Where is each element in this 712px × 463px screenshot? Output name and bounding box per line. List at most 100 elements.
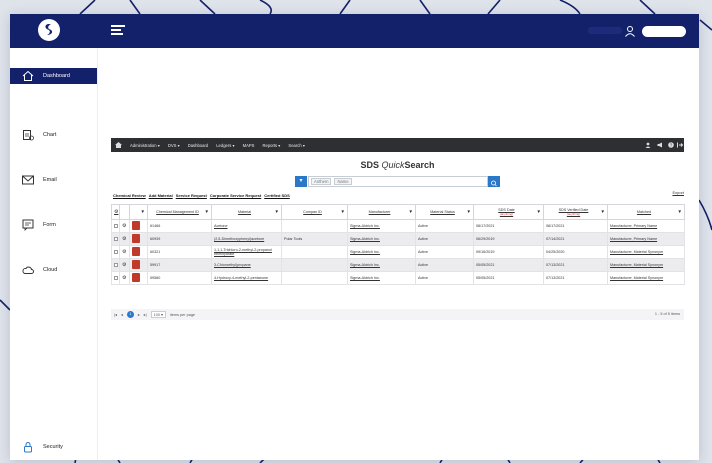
filter-icon[interactable]: ▼ <box>678 209 682 214</box>
menu-dashboard[interactable]: Dashboard <box>188 143 209 148</box>
home-icon <box>22 70 34 81</box>
sidebar-item-cloud[interactable]: Cloud <box>10 262 98 278</box>
menu-reports[interactable]: Reports ▾ <box>262 143 280 148</box>
filter-icon[interactable]: ▼ <box>409 209 413 214</box>
filter-icon[interactable]: ▼ <box>601 209 605 214</box>
table-row[interactable]: ⚙ 60321 1,1,1-Trichloro-2-methyl-2-propano… <box>111 245 685 259</box>
filter-icon[interactable]: ▼ <box>205 209 209 214</box>
row-checkbox[interactable] <box>111 271 120 285</box>
row-pdf[interactable] <box>129 219 148 233</box>
next-page-button[interactable]: ▸ <box>138 312 140 317</box>
filter-icon[interactable]: ▼ <box>537 209 541 214</box>
sidebar-item-email[interactable]: Email <box>10 172 98 188</box>
row-settings[interactable]: ⚙ <box>119 271 130 285</box>
table-row[interactable]: ⚙ 60939 (2,5-Dimethoxyphenyl)acetone Polar … <box>111 232 685 246</box>
current-page[interactable]: 1 <box>126 311 134 318</box>
row-checkbox[interactable] <box>111 219 120 233</box>
sidebar-item-security[interactable]: Security <box>10 439 98 455</box>
account-pill[interactable] <box>642 26 686 37</box>
prev-page-button[interactable]: ◂ <box>121 312 123 317</box>
material-cell[interactable]: 4-Hydroxy-4-methyl-2-pentanone <box>211 271 282 285</box>
row-checkbox[interactable] <box>111 258 120 272</box>
search-chip[interactable]: Name <box>334 178 352 185</box>
sidebar-item-form[interactable]: Form <box>10 217 98 233</box>
status-cell: Active <box>415 271 474 285</box>
sidebar-item-chart[interactable]: Chart <box>10 127 98 143</box>
row-checkbox[interactable] <box>111 232 120 246</box>
status-cell: Active <box>415 219 474 233</box>
logout-icon[interactable] <box>677 142 683 148</box>
row-pdf[interactable] <box>129 271 148 285</box>
filter-icon[interactable]: ▼ <box>341 209 345 214</box>
last-page-button[interactable]: ▸| <box>144 312 147 317</box>
company-id-cell <box>281 258 348 272</box>
filter-icon[interactable]: ▼ <box>275 209 279 214</box>
menu-search[interactable]: Search ▾ <box>288 143 305 148</box>
home-icon[interactable] <box>115 142 122 148</box>
corporate-service-request-link[interactable]: Corporate Service Request <box>210 193 261 198</box>
table-row[interactable]: ⚙ 61466 Acetone Sigma-Aldrich Inc. Active 08/… <box>111 219 685 233</box>
row-settings[interactable]: ⚙ <box>119 232 130 246</box>
column-header[interactable]: SDS Date (anything) ▼ <box>473 204 544 220</box>
column-header[interactable]: Matched ▼ <box>607 204 685 220</box>
gear-icon: ⚙ <box>122 236 127 242</box>
sidebar-item-dashboard[interactable]: Dashboard <box>10 68 97 84</box>
brand-logo[interactable] <box>38 19 60 41</box>
row-pdf[interactable] <box>129 245 148 259</box>
row-pdf[interactable] <box>129 232 148 246</box>
user-icon[interactable] <box>624 25 636 37</box>
column-header[interactable]: Material ▼ <box>211 204 282 220</box>
add-material-link[interactable]: Add Material <box>149 193 173 198</box>
sidebar-item-label: Dashboard <box>43 73 70 79</box>
search-button[interactable] <box>488 176 500 187</box>
manufacturer-cell[interactable]: Sigma-Aldrich Inc. <box>347 219 416 233</box>
manufacturer-cell[interactable]: Sigma-Aldrich Inc. <box>347 245 416 259</box>
search-chip[interactable]: Anthem <box>311 178 332 185</box>
manufacturer-cell[interactable]: Sigma-Aldrich Inc. <box>347 271 416 285</box>
menu-toggle-icon[interactable] <box>111 25 125 37</box>
matched-cell: Manufacturer, Material Synonym <box>607 245 685 259</box>
user-icon[interactable] <box>645 142 651 148</box>
column-header[interactable]: Manufacturer ▼ <box>347 204 416 220</box>
row-settings[interactable]: ⚙ <box>119 245 130 259</box>
service-request-link[interactable]: Service Request <box>176 193 207 198</box>
table-row[interactable]: ⚙ 59580 4-Hydroxy-4-methyl-2-pentanone Sigm… <box>111 271 685 285</box>
column-header[interactable]: Compan ID ▼ <box>281 204 348 220</box>
menu-administration[interactable]: Administration ▾ <box>130 143 160 148</box>
megaphone-icon[interactable] <box>657 142 663 148</box>
manufacturer-cell[interactable]: Sigma-Aldrich Inc. <box>347 232 416 246</box>
chemical-review-link[interactable]: Chemical Review <box>113 193 146 198</box>
menu-maps[interactable]: MAPS <box>243 143 255 148</box>
verified-date-cell: 07/13/2021 <box>543 271 608 285</box>
user-name-placeholder <box>588 27 622 34</box>
search-input[interactable]: Anthem Name <box>308 176 488 187</box>
sds-date-cell: 08/17/2021 <box>473 219 544 233</box>
export-link[interactable]: Export <box>672 190 684 195</box>
table-row[interactable]: ⚙ 59917 3-Chloroethyl)propane Sigma-Aldrich… <box>111 258 685 272</box>
material-cell[interactable]: 3-Chloroethyl)propane <box>211 258 282 272</box>
row-settings[interactable]: ⚙ <box>119 219 130 233</box>
row-checkbox[interactable] <box>111 245 120 259</box>
row-pdf[interactable] <box>129 258 148 272</box>
manufacturer-cell[interactable]: Sigma-Aldrich Inc. <box>347 258 416 272</box>
gear-icon: ⚙ <box>114 209 119 215</box>
expand-search-button[interactable]: ▾ <box>295 176 307 187</box>
menu-dvs[interactable]: DVS ▾ <box>168 143 180 148</box>
column-header[interactable]: SDS Verified Date (anything) ▼ <box>543 204 608 220</box>
material-cell[interactable]: Acetone <box>211 219 282 233</box>
help-icon[interactable]: ? <box>668 142 674 148</box>
page-size-select[interactable]: 100 ▾ <box>150 311 166 318</box>
menu-ledgers[interactable]: Ledgers ▾ <box>216 143 234 148</box>
column-header[interactable]: Chemical Management ID ▼ <box>147 204 212 220</box>
certified-sds-link[interactable]: Certified SDS <box>264 193 290 198</box>
filter-icon[interactable]: ▼ <box>467 209 471 214</box>
column-header[interactable]: Material Status ▼ <box>415 204 474 220</box>
pdf-header: ▼ <box>129 204 148 220</box>
filter-icon[interactable]: ▼ <box>141 209 145 214</box>
pager-info: 1 - 5 of 5 items <box>654 312 680 316</box>
first-page-button[interactable]: |◂ <box>114 312 117 317</box>
material-cell[interactable]: (2,5-Dimethoxyphenyl)acetone <box>211 232 282 246</box>
row-settings[interactable]: ⚙ <box>119 258 130 272</box>
settings-header[interactable]: ⚙ <box>111 204 120 220</box>
material-cell[interactable]: 1,1,1-Trichloro-2-methyl-2-propanol hemi… <box>211 245 282 259</box>
